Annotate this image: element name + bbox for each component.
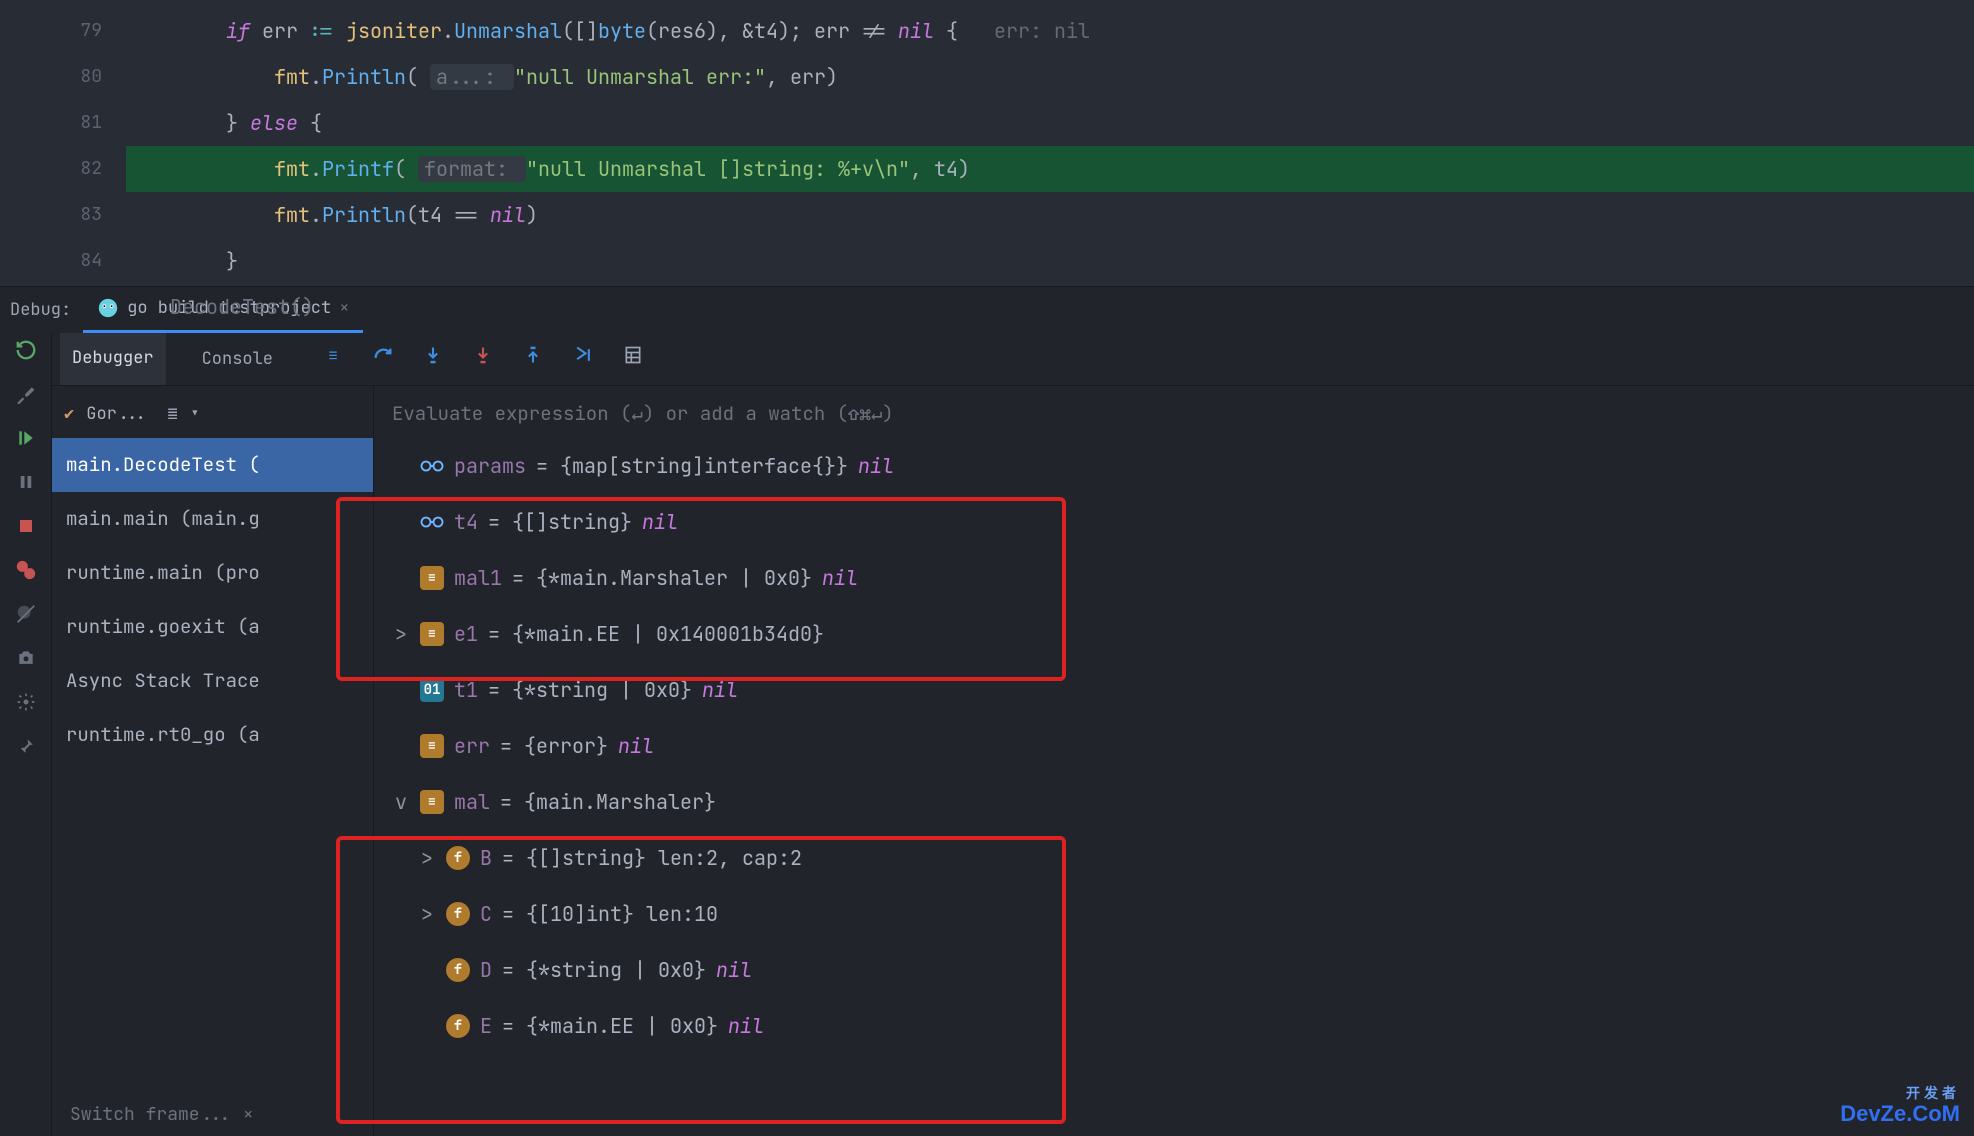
chevron-down-icon[interactable]: ▾ — [190, 403, 200, 425]
struct-icon: ≡ — [420, 734, 444, 758]
step-out-icon[interactable] — [521, 345, 545, 373]
filter-icon[interactable]: ≣ — [167, 403, 177, 425]
step-into-icon[interactable] — [421, 345, 445, 373]
struct-icon: ≡ — [420, 566, 444, 590]
variable-row[interactable]: t4 = {[]string} nil — [374, 494, 1974, 550]
debug-action-column — [0, 332, 52, 1136]
variable-row[interactable]: ≡mal1 = {*main.Marshaler | 0x0} nil — [374, 550, 1974, 606]
field-icon: f — [446, 902, 470, 926]
struct-icon: ≡ — [420, 790, 444, 814]
camera-icon[interactable] — [12, 644, 40, 672]
run-to-cursor-icon[interactable] — [571, 345, 595, 373]
stack-frame[interactable]: runtime.rt0_go (a — [52, 708, 373, 762]
switch-frame-hint[interactable]: Switch frame... × — [70, 1103, 254, 1126]
line-gutter: 798081828384 — [0, 0, 130, 286]
field-icon: f — [446, 846, 470, 870]
variable-row[interactable]: params = {map[string]interface{}} nil — [374, 438, 1974, 494]
debug-label: Debug: — [0, 299, 83, 321]
code-area[interactable]: if err := jsoniter.Unmarshal([]byte(res6… — [130, 0, 1974, 286]
debug-toolwindow: Debugger Console ≡ ✔ Gor... ≣ ▾ ma — [0, 332, 1974, 1136]
variable-row[interactable]: >fB = {[]string} len:2, cap:2 — [374, 830, 1974, 886]
variable-row[interactable]: fE = {*main.EE | 0x0} nil — [374, 998, 1974, 1054]
field-icon: f — [446, 958, 470, 982]
evaluate-input[interactable]: Evaluate expression (↵) or add a watch (… — [374, 390, 1974, 438]
stack-frame[interactable]: Async Stack Trace — [52, 654, 373, 708]
variables-panel: Evaluate expression (↵) or add a watch (… — [374, 386, 1974, 1136]
debugger-tabs: Debugger Console ≡ — [52, 332, 1974, 386]
resume-icon[interactable] — [12, 424, 40, 452]
stop-icon[interactable] — [12, 512, 40, 540]
step-over-icon[interactable] — [371, 345, 395, 373]
struct-icon: ≡ — [420, 622, 444, 646]
tab-debugger[interactable]: Debugger — [60, 333, 166, 385]
watch-icon — [420, 510, 444, 534]
primitive-icon: 01 — [420, 678, 444, 702]
stack-frame[interactable]: main.DecodeTest ( — [52, 438, 373, 492]
tab-console[interactable]: Console — [190, 334, 285, 384]
force-step-into-icon[interactable] — [471, 345, 495, 373]
pause-icon[interactable] — [12, 468, 40, 496]
frames-panel: ✔ Gor... ≣ ▾ main.DecodeTest (main.main … — [52, 386, 374, 1136]
rerun-icon[interactable] — [12, 336, 40, 364]
mute-breakpoints-icon[interactable] — [12, 600, 40, 628]
field-icon: f — [446, 1014, 470, 1038]
variable-row[interactable]: ≡err = {error} nil — [374, 718, 1974, 774]
variable-row[interactable]: v≡mal = {main.Marshaler} — [374, 774, 1974, 830]
breakpoints-icon[interactable] — [12, 556, 40, 584]
checkmark-icon: ✔ — [64, 403, 74, 425]
show-exec-point-icon[interactable]: ≡ — [321, 345, 345, 373]
pin-icon[interactable] — [12, 732, 40, 760]
evaluate-icon[interactable] — [621, 345, 645, 373]
stack-frame[interactable]: main.main (main.g — [52, 492, 373, 546]
code-editor[interactable]: 798081828384 if err := jsoniter.Unmarsha… — [0, 0, 1974, 286]
variable-row[interactable]: >≡e1 = {*main.EE | 0x140001b34d0} — [374, 606, 1974, 662]
variable-row[interactable]: >fC = {[10]int} len:10 — [374, 886, 1974, 942]
step-toolbar: ≡ — [321, 345, 645, 373]
gopher-icon — [97, 297, 119, 319]
wrench-icon[interactable] — [12, 380, 40, 408]
watch-icon — [420, 454, 444, 478]
stack-frame[interactable]: runtime.main (pro — [52, 546, 373, 600]
variable-row[interactable]: 01t1 = {*string | 0x0} nil — [374, 662, 1974, 718]
goroutines-label[interactable]: Gor... — [86, 403, 147, 425]
watermark: 开发者 DevZe.CoM — [1840, 1086, 1960, 1126]
settings-icon[interactable] — [12, 688, 40, 716]
stack-frame[interactable]: runtime.goexit (a — [52, 600, 373, 654]
variable-row[interactable]: fD = {*string | 0x0} nil — [374, 942, 1974, 998]
